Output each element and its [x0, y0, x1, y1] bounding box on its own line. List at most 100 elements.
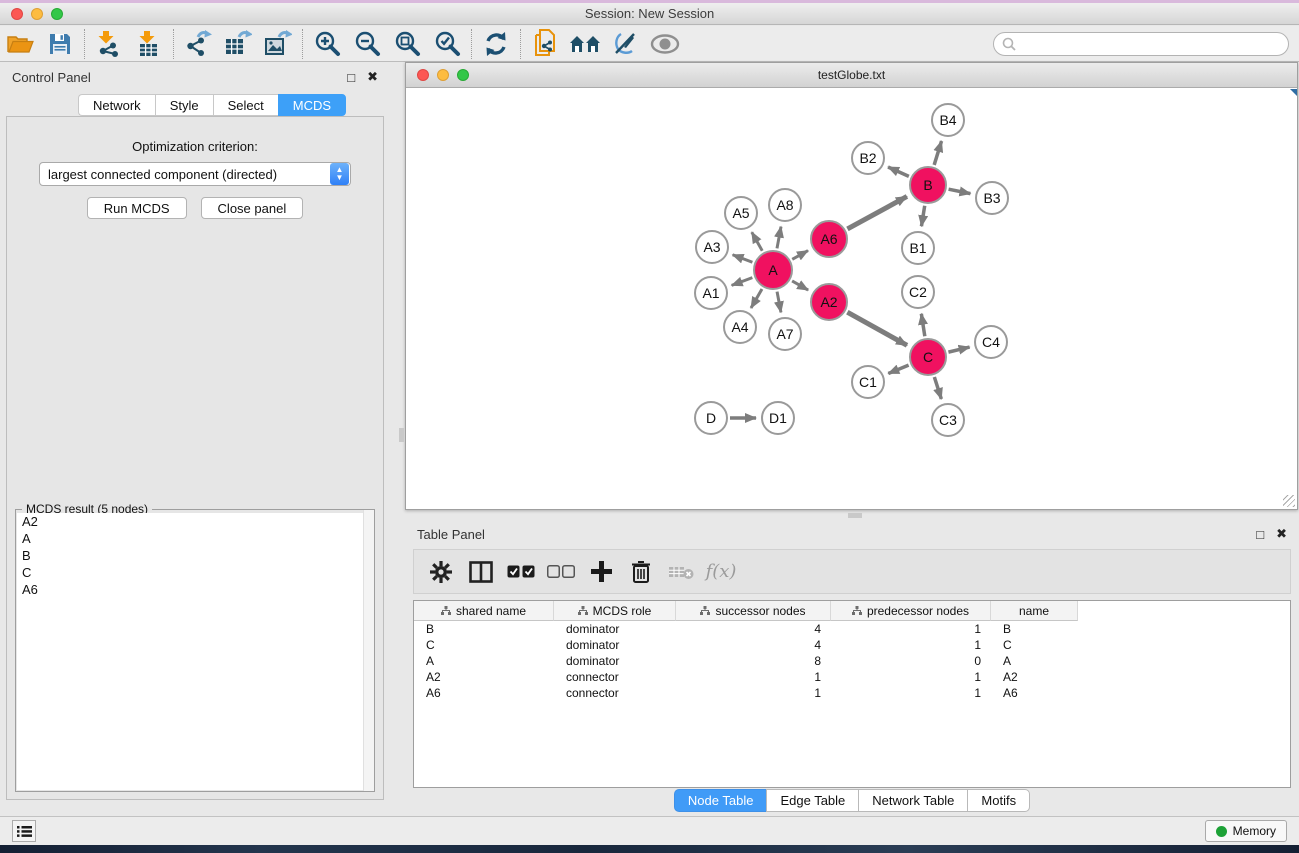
edge-A-A4[interactable] — [751, 289, 762, 308]
graph-node-A4[interactable]: A4 — [723, 310, 757, 344]
edge-B-B1[interactable] — [921, 206, 924, 227]
tab-node-table[interactable]: Node Table — [674, 789, 767, 812]
float-table-panel-icon[interactable]: □ — [1256, 527, 1264, 542]
result-list-item[interactable]: A6 — [17, 581, 373, 598]
table-cell[interactable]: 1 — [831, 670, 991, 684]
edge-A2-C[interactable] — [847, 312, 907, 345]
import-network-button[interactable] — [89, 28, 129, 60]
table-cell[interactable]: A — [414, 654, 554, 668]
graph-node-A3[interactable]: A3 — [695, 230, 729, 264]
run-mcds-button[interactable]: Run MCDS — [87, 197, 187, 219]
graph-node-A5[interactable]: A5 — [724, 196, 758, 230]
graph-node-A2[interactable]: A2 — [810, 283, 848, 321]
graph-node-B4[interactable]: B4 — [931, 103, 965, 137]
delete-table-button[interactable] — [664, 555, 698, 589]
edge-A-A3[interactable] — [733, 255, 753, 262]
minimize-network-button[interactable] — [437, 69, 449, 81]
table-cell[interactable]: 4 — [676, 622, 831, 636]
function-builder-button[interactable]: f(x) — [704, 555, 738, 589]
edge-C-C4[interactable] — [948, 347, 969, 352]
network-from-file-button[interactable] — [525, 28, 565, 60]
result-list-item[interactable]: C — [17, 564, 373, 581]
edge-C-C2[interactable] — [921, 314, 924, 337]
edge-A-A2[interactable] — [792, 281, 808, 290]
split-divider-handle[interactable] — [848, 513, 862, 518]
graph-node-C3[interactable]: C3 — [931, 403, 965, 437]
edge-A-A5[interactable] — [752, 232, 762, 251]
edge-A-A7[interactable] — [777, 292, 781, 313]
table-row[interactable]: Bdominator41B — [414, 621, 1290, 637]
table-row[interactable]: Cdominator41C — [414, 637, 1290, 653]
zoom-in-button[interactable] — [307, 28, 347, 60]
tab-network-table[interactable]: Network Table — [858, 789, 967, 812]
table-cell[interactable]: C — [991, 638, 1078, 652]
tab-mcds[interactable]: MCDS — [278, 94, 346, 116]
criterion-select[interactable]: largest connected component (directed) ▲… — [39, 162, 351, 186]
graph-node-A[interactable]: A — [753, 250, 793, 290]
table-cell[interactable]: dominator — [554, 622, 676, 636]
zoom-fit-button[interactable] — [387, 28, 427, 60]
result-list-item[interactable]: A — [17, 530, 373, 547]
table-cell[interactable]: A — [991, 654, 1078, 668]
graph-node-B1[interactable]: B1 — [901, 231, 935, 265]
graph-node-C2[interactable]: C2 — [901, 275, 935, 309]
table-cell[interactable]: 1 — [676, 670, 831, 684]
tab-network[interactable]: Network — [78, 94, 155, 116]
zoom-network-button[interactable] — [457, 69, 469, 81]
edge-A-A6[interactable] — [792, 251, 808, 260]
table-cell[interactable]: dominator — [554, 638, 676, 652]
network-canvas[interactable]: AA2A6BCA1A3A4A5A7A8B1B2B3B4C1C2C3C4DD1 — [406, 89, 1297, 509]
table-cell[interactable]: A2 — [991, 670, 1078, 684]
table-cell[interactable]: B — [414, 622, 554, 636]
float-panel-icon[interactable]: □ — [347, 70, 355, 85]
table-cell[interactable]: A6 — [414, 686, 554, 700]
graph-node-B3[interactable]: B3 — [975, 181, 1009, 215]
edge-C-C3[interactable] — [934, 377, 941, 399]
close-table-panel-icon[interactable]: ✖ — [1276, 526, 1287, 542]
close-window-button[interactable] — [11, 8, 23, 20]
zoom-out-button[interactable] — [347, 28, 387, 60]
graph-node-D1[interactable]: D1 — [761, 401, 795, 435]
edge-B-B3[interactable] — [949, 189, 971, 193]
graph-node-B[interactable]: B — [909, 166, 947, 204]
table-cell[interactable]: B — [991, 622, 1078, 636]
table-row[interactable]: Adominator80A — [414, 653, 1290, 669]
export-network-button[interactable] — [178, 28, 218, 60]
tab-style[interactable]: Style — [155, 94, 213, 116]
refresh-button[interactable] — [476, 28, 516, 60]
result-list-item[interactable]: A2 — [17, 513, 373, 530]
export-table-button[interactable] — [218, 28, 258, 60]
toggle-bird-view-button[interactable] — [645, 28, 685, 60]
table-cell[interactable]: A2 — [414, 670, 554, 684]
export-image-button[interactable] — [258, 28, 298, 60]
tab-edge-table[interactable]: Edge Table — [766, 789, 858, 812]
result-list-scrollbar[interactable] — [363, 510, 374, 791]
column-header-name[interactable]: name — [991, 601, 1078, 621]
column-header-shared-name[interactable]: shared name — [414, 601, 554, 621]
close-panel-icon[interactable]: ✖ — [367, 69, 378, 85]
tab-select[interactable]: Select — [213, 94, 278, 116]
table-cell[interactable]: dominator — [554, 654, 676, 668]
graph-node-D[interactable]: D — [694, 401, 728, 435]
zoom-selected-button[interactable] — [427, 28, 467, 60]
table-cell[interactable]: connector — [554, 686, 676, 700]
result-list-item[interactable]: B — [17, 547, 373, 564]
tab-motifs[interactable]: Motifs — [967, 789, 1030, 812]
create-column-button[interactable] — [584, 555, 618, 589]
edge-A-A1[interactable] — [732, 278, 753, 286]
graph-node-C[interactable]: C — [909, 338, 947, 376]
show-all-networks-button[interactable] — [565, 28, 605, 60]
table-cell[interactable]: 1 — [831, 622, 991, 636]
mcds-result-list[interactable]: A2ABCA6 — [17, 513, 373, 790]
minimize-window-button[interactable] — [31, 8, 43, 20]
close-panel-button[interactable]: Close panel — [201, 197, 304, 219]
table-cell[interactable]: 0 — [831, 654, 991, 668]
window-resize-grip[interactable] — [1283, 495, 1295, 507]
graph-node-A7[interactable]: A7 — [768, 317, 802, 351]
unselect-all-columns-button[interactable] — [544, 555, 578, 589]
open-session-button[interactable] — [0, 28, 40, 60]
table-cell[interactable]: 1 — [676, 686, 831, 700]
column-header-predecessor-nodes[interactable]: predecessor nodes — [831, 601, 991, 621]
table-row[interactable]: A2connector11A2 — [414, 669, 1290, 685]
table-cell[interactable]: 1 — [831, 686, 991, 700]
